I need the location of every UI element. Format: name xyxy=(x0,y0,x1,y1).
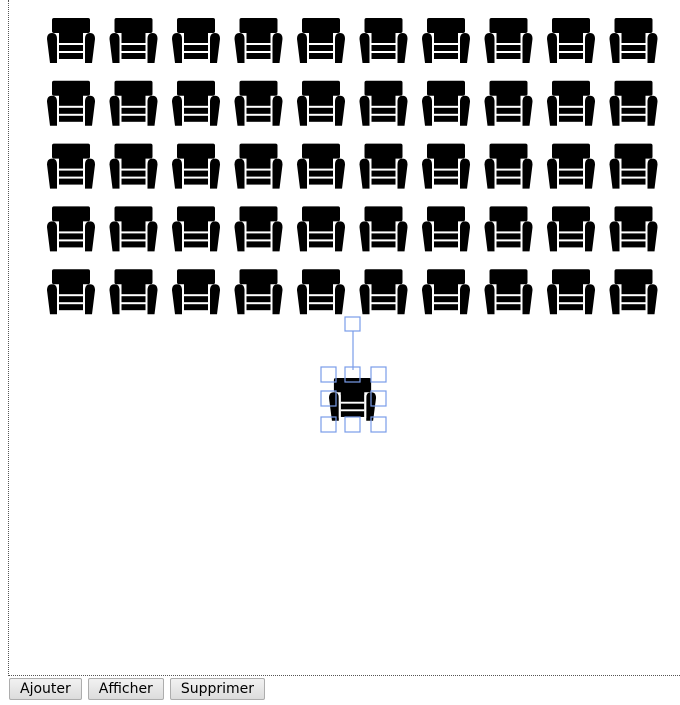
armchair-icon[interactable] xyxy=(172,18,220,63)
armchair-icon[interactable] xyxy=(109,143,158,189)
armchair-icon[interactable] xyxy=(47,80,95,126)
armchair-icon[interactable] xyxy=(359,269,408,315)
armchair-icon[interactable] xyxy=(172,206,220,252)
selected-armchair[interactable] xyxy=(320,316,387,433)
armchair-icon[interactable] xyxy=(609,80,658,126)
design-canvas[interactable] xyxy=(8,0,680,676)
armchair-icon[interactable] xyxy=(359,80,408,126)
armchair-icon[interactable] xyxy=(297,80,345,126)
armchair-icon[interactable] xyxy=(359,18,408,63)
armchair-icon[interactable] xyxy=(297,143,345,189)
armchair-icon[interactable] xyxy=(547,143,595,189)
armchair-icon[interactable] xyxy=(109,206,158,252)
rotate-handle[interactable] xyxy=(344,316,361,332)
armchair-icon[interactable] xyxy=(422,143,470,189)
armchair-icon[interactable] xyxy=(234,18,283,63)
armchair-icon[interactable] xyxy=(109,269,158,315)
armchair-icon[interactable] xyxy=(297,206,345,252)
armchair-icon[interactable] xyxy=(234,143,283,189)
armchair-icon[interactable] xyxy=(297,18,345,63)
resize-handle-ne[interactable] xyxy=(370,366,387,383)
armchair-icon[interactable] xyxy=(297,269,345,315)
armchair-icon[interactable] xyxy=(609,269,658,315)
armchair-icon[interactable] xyxy=(422,269,470,315)
armchair-icon[interactable] xyxy=(547,206,595,252)
armchair-icon[interactable] xyxy=(484,80,533,126)
armchair-icon[interactable] xyxy=(172,143,220,189)
armchair-icon[interactable] xyxy=(234,269,283,315)
add-button[interactable]: Ajouter xyxy=(9,678,82,700)
armchair-icon[interactable] xyxy=(47,143,95,189)
armchair-icon[interactable] xyxy=(484,206,533,252)
armchair-icon[interactable] xyxy=(609,206,658,252)
armchair-icon[interactable] xyxy=(484,269,533,315)
canvas-stage[interactable] xyxy=(9,0,680,676)
armchair-icon[interactable] xyxy=(234,206,283,252)
armchair-icon[interactable] xyxy=(359,206,408,252)
armchair-icon[interactable] xyxy=(47,206,95,252)
armchair-icon[interactable] xyxy=(422,206,470,252)
armchair-icon[interactable] xyxy=(484,143,533,189)
armchair-icon[interactable] xyxy=(547,269,595,315)
armchair-icon[interactable] xyxy=(484,18,533,63)
toolbar: Ajouter Afficher Supprimer xyxy=(9,678,266,702)
armchair-icon[interactable] xyxy=(172,269,220,315)
armchair-icon[interactable] xyxy=(359,143,408,189)
armchair-icon[interactable] xyxy=(547,18,595,63)
resize-handle-s[interactable] xyxy=(344,416,361,433)
show-button[interactable]: Afficher xyxy=(87,678,164,700)
armchair-grid xyxy=(47,18,658,315)
armchair-icon[interactable] xyxy=(609,18,658,63)
armchair-icon[interactable] xyxy=(47,269,95,315)
armchair-icon[interactable] xyxy=(609,143,658,189)
armchair-icon[interactable] xyxy=(422,18,470,63)
armchair-icon[interactable] xyxy=(422,80,470,126)
armchair-icon[interactable] xyxy=(234,80,283,126)
armchair-icon[interactable] xyxy=(172,80,220,126)
resize-handle-nw[interactable] xyxy=(320,366,337,383)
armchair-icon[interactable] xyxy=(109,18,158,63)
armchair-icon[interactable] xyxy=(547,80,595,126)
armchair-icon[interactable] xyxy=(109,80,158,126)
delete-button[interactable]: Supprimer xyxy=(169,678,266,700)
armchair-icon[interactable] xyxy=(47,18,95,63)
